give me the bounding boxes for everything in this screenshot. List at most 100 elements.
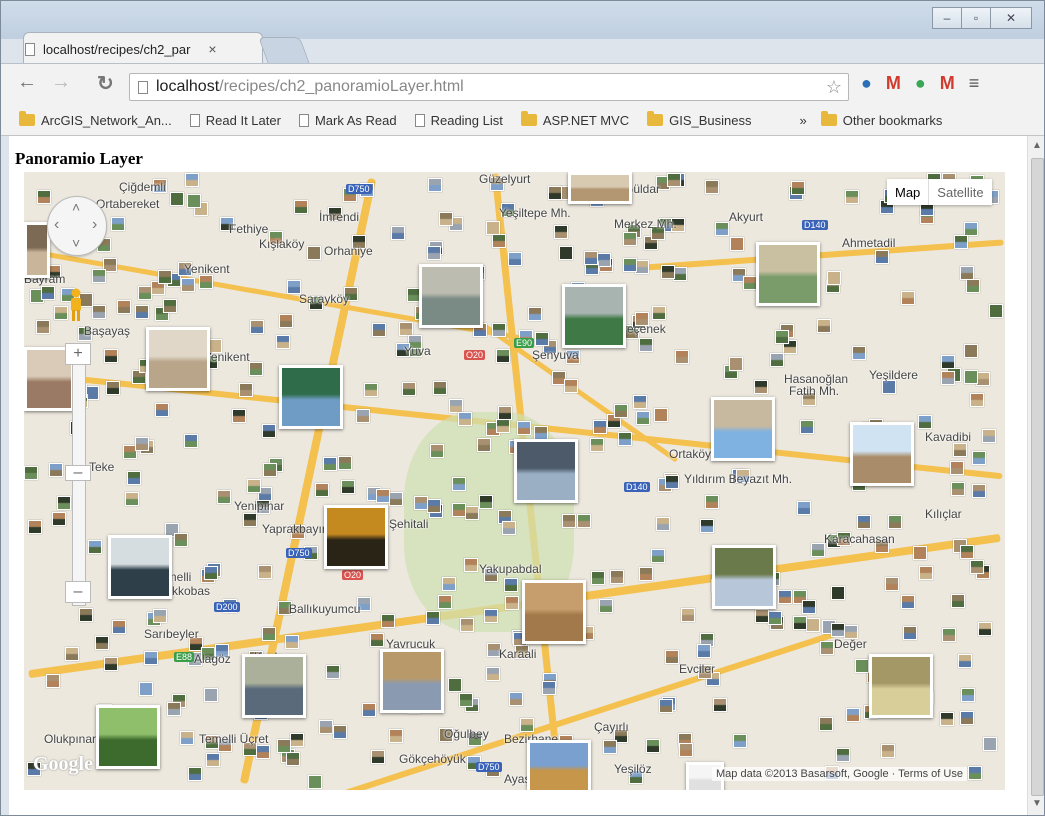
photo-thumbnail[interactable] <box>584 251 598 265</box>
photo-thumbnail[interactable] <box>184 434 198 448</box>
photo-thumbnail[interactable] <box>239 383 253 397</box>
photo-thumbnail[interactable] <box>913 546 927 560</box>
photo-thumbnail[interactable] <box>279 314 293 328</box>
photo-thumbnail[interactable] <box>338 456 352 470</box>
photo-thumbnail[interactable] <box>705 495 719 509</box>
photo-thumbnail[interactable] <box>79 608 93 622</box>
photo-thumbnail[interactable] <box>633 395 647 409</box>
photo-thumbnail[interactable] <box>399 322 413 336</box>
panoramio-photo[interactable] <box>756 242 820 306</box>
photo-thumbnail[interactable] <box>204 688 218 702</box>
photo-thumbnail[interactable] <box>888 515 902 529</box>
gmail-icon[interactable]: M <box>940 73 955 94</box>
photo-thumbnail[interactable] <box>755 609 769 623</box>
photo-thumbnail[interactable] <box>857 515 871 529</box>
photo-thumbnail[interactable] <box>477 438 491 452</box>
photo-thumbnail[interactable] <box>542 681 556 695</box>
photo-thumbnail[interactable] <box>951 482 965 496</box>
photo-thumbnail[interactable] <box>951 594 965 608</box>
photo-thumbnail[interactable] <box>427 499 441 513</box>
pan-left-icon[interactable]: ‹ <box>54 216 59 234</box>
panoramio-photo[interactable] <box>146 327 210 391</box>
photo-thumbnail[interactable] <box>199 275 213 289</box>
photo-thumbnail[interactable] <box>618 432 632 446</box>
photo-thumbnail[interactable] <box>88 540 102 554</box>
photo-thumbnail[interactable] <box>958 654 972 668</box>
photo-thumbnail[interactable] <box>970 393 984 407</box>
photo-thumbnail[interactable] <box>610 570 624 584</box>
photo-thumbnail[interactable] <box>639 338 653 352</box>
photo-thumbnail[interactable] <box>188 767 202 781</box>
photo-thumbnail[interactable] <box>498 406 512 420</box>
photo-thumbnail[interactable] <box>554 225 568 239</box>
close-window-icon[interactable]: ✕ <box>990 7 1032 29</box>
photo-thumbnail[interactable] <box>831 623 845 637</box>
photo-thumbnail[interactable] <box>667 173 681 187</box>
photo-thumbnail[interactable] <box>426 611 440 625</box>
map-attribution[interactable]: Map data ©2013 Basarsoft, Google · Terms… <box>712 767 967 781</box>
photo-thumbnail[interactable] <box>885 577 899 591</box>
photo-thumbnail[interactable] <box>438 595 452 609</box>
photo-thumbnail[interactable] <box>158 270 172 284</box>
panoramio-map[interactable]: Güzelyurt Çiğdemli Güldar Ortabereket Fethiy… <box>24 172 1005 790</box>
photo-thumbnail[interactable] <box>135 305 149 319</box>
vertical-scrollbar[interactable]: ▲ ▼ <box>1027 136 1044 815</box>
photo-thumbnail[interactable] <box>802 600 816 614</box>
photo-thumbnail[interactable] <box>49 463 63 477</box>
photo-thumbnail[interactable] <box>590 438 604 452</box>
photo-thumbnail[interactable] <box>496 419 510 433</box>
photo-thumbnail[interactable] <box>517 421 531 435</box>
photo-thumbnail[interactable] <box>852 346 866 360</box>
photo-thumbnail[interactable] <box>661 265 675 279</box>
photo-thumbnail[interactable] <box>754 380 768 394</box>
photo-thumbnail[interactable] <box>846 708 860 722</box>
photo-thumbnail[interactable] <box>381 614 395 628</box>
photo-thumbnail[interactable] <box>170 192 184 206</box>
photo-thumbnail[interactable] <box>564 379 578 393</box>
photo-thumbnail[interactable] <box>972 484 986 498</box>
photo-thumbnail[interactable] <box>95 636 109 650</box>
panoramio-photo[interactable] <box>242 654 306 718</box>
photo-thumbnail[interactable] <box>681 608 695 622</box>
photo-thumbnail[interactable] <box>941 371 955 385</box>
photo-thumbnail[interactable] <box>954 235 968 249</box>
photo-thumbnail[interactable] <box>831 586 845 600</box>
photo-thumbnail[interactable] <box>817 319 831 333</box>
photo-thumbnail[interactable] <box>548 186 562 200</box>
photo-thumbnail[interactable] <box>92 269 106 283</box>
bookmark-reading-list[interactable]: Reading List <box>414 113 503 128</box>
photo-thumbnail[interactable] <box>262 627 276 641</box>
photo-thumbnail[interactable] <box>535 332 549 346</box>
photo-thumbnail[interactable] <box>452 503 466 517</box>
photo-thumbnail[interactable] <box>806 618 820 632</box>
photo-thumbnail[interactable] <box>705 180 719 194</box>
photo-thumbnail[interactable] <box>258 565 272 579</box>
photo-thumbnail[interactable] <box>46 674 60 688</box>
photo-thumbnail[interactable] <box>960 711 974 725</box>
chat-extension-icon[interactable]: ● <box>915 73 926 94</box>
photo-thumbnail[interactable] <box>743 276 757 290</box>
reload-icon[interactable]: ↻ <box>97 71 114 96</box>
photo-thumbnail[interactable] <box>294 200 308 214</box>
photo-thumbnail[interactable] <box>966 279 980 293</box>
maximize-icon[interactable]: ▫ <box>961 7 991 29</box>
photo-thumbnail[interactable] <box>290 733 304 747</box>
photo-thumbnail[interactable] <box>135 437 149 451</box>
photo-thumbnail[interactable] <box>187 194 201 208</box>
photo-thumbnail[interactable] <box>603 740 617 754</box>
photo-thumbnail[interactable] <box>697 644 711 658</box>
scrollbar-thumb[interactable] <box>1031 158 1044 796</box>
bookmark-mark-as-read[interactable]: Mark As Read <box>298 113 397 128</box>
photo-thumbnail[interactable] <box>623 232 637 246</box>
photo-thumbnail[interactable] <box>964 370 978 384</box>
photo-thumbnail[interactable] <box>371 750 385 764</box>
photo-thumbnail[interactable] <box>414 496 428 510</box>
photo-thumbnail[interactable] <box>614 404 628 418</box>
photo-thumbnail[interactable] <box>635 260 649 274</box>
bookmark-arcgis[interactable]: ArcGIS_Network_An... <box>19 111 172 128</box>
photo-thumbnail[interactable] <box>307 246 321 260</box>
photo-thumbnail[interactable] <box>144 651 158 665</box>
photo-thumbnail[interactable] <box>247 479 261 493</box>
photo-thumbnail[interactable] <box>323 457 337 471</box>
photo-thumbnail[interactable] <box>232 409 246 423</box>
